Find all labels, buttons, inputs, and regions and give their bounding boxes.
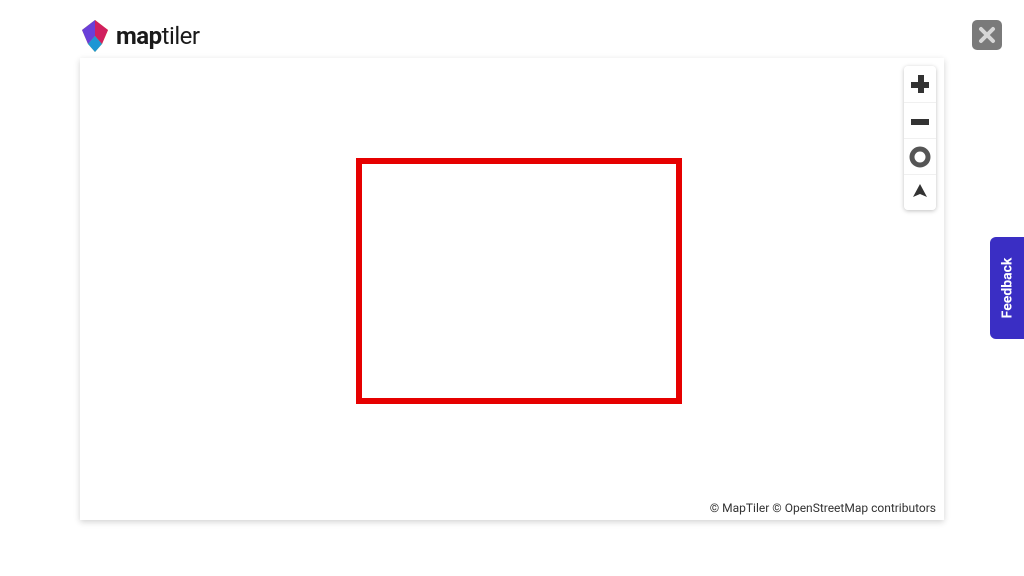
- map-canvas[interactable]: © MapTiler © OpenStreetMap contributors: [80, 58, 944, 520]
- zoom-out-button[interactable]: [904, 102, 936, 138]
- close-button[interactable]: [972, 20, 1002, 50]
- brand-logo[interactable]: maptiler: [80, 18, 200, 54]
- close-icon: [978, 26, 996, 44]
- minus-icon: [909, 110, 931, 132]
- bounding-box-selection[interactable]: [356, 158, 682, 404]
- map-attribution[interactable]: © MapTiler © OpenStreetMap contributors: [710, 501, 936, 515]
- compass-icon: [909, 182, 931, 204]
- feedback-tab[interactable]: Feedback: [990, 237, 1024, 339]
- locate-icon: [909, 146, 931, 168]
- geolocate-button[interactable]: [904, 138, 936, 174]
- zoom-in-button[interactable]: [904, 66, 936, 102]
- maptiler-pin-icon: [80, 18, 110, 54]
- map-control-stack: [904, 66, 936, 210]
- brand-text: maptiler: [116, 22, 200, 50]
- feedback-label: Feedback: [999, 258, 1015, 319]
- plus-icon: [909, 73, 931, 95]
- compass-button[interactable]: [904, 174, 936, 210]
